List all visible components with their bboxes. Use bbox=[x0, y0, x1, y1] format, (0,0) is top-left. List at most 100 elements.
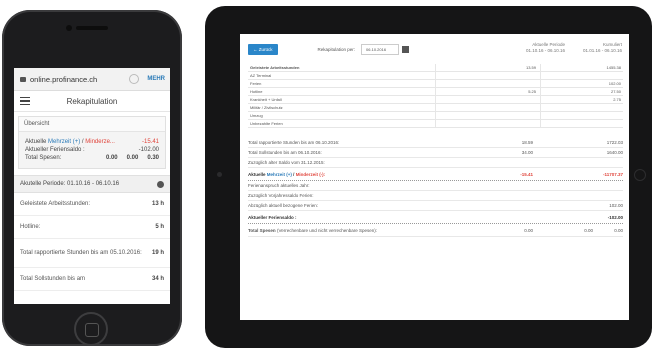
ferien-row: Ferienanspruch aktuelles Jahr: bbox=[248, 181, 623, 191]
minderzeit-label: Minderzeit (-): bbox=[295, 171, 326, 177]
collapse-toggle-icon[interactable] bbox=[157, 180, 164, 188]
phone-device: online.profinance.ch MEHR Rekapitulation… bbox=[2, 10, 182, 346]
expenses-value-1: 0.00 bbox=[105, 155, 118, 161]
hamburger-menu-icon[interactable] bbox=[20, 95, 30, 108]
cell-period: 5.25 bbox=[436, 88, 541, 95]
expenses-value-2: 0.00 bbox=[126, 155, 139, 161]
table-row: Krankheit + Unfall 2.75 bbox=[248, 96, 623, 104]
spesen-value-2: 0.00 bbox=[584, 227, 593, 233]
mehrzeit-prefix: Aktuelle bbox=[248, 171, 266, 177]
row-value: 34 h bbox=[151, 276, 164, 282]
balance-prefix: Aktuelle bbox=[25, 139, 47, 145]
summary-label: Total rapportierte Stunden bis am 06.10.… bbox=[248, 140, 340, 145]
summary-section: Total rapportierte Stunden bis am 06.10.… bbox=[248, 138, 623, 237]
summary-row: Total Sollstunden bis am 06.10.2016: 34.0… bbox=[248, 148, 623, 158]
row-label: Total Sollstunden bis am bbox=[20, 276, 86, 282]
row-value: 19 h bbox=[151, 250, 164, 256]
cell-period bbox=[436, 112, 541, 119]
cell-cumul: 2.75 bbox=[613, 97, 621, 102]
phone-speaker bbox=[76, 26, 108, 30]
row-value: 13 h bbox=[151, 201, 164, 207]
cell-cumul: 102.00 bbox=[608, 81, 621, 86]
summary-period: 34.00 bbox=[521, 150, 533, 155]
ferien-saldo-value: -102.00 bbox=[607, 214, 623, 220]
ferien-label: Zuzüglich Vorjahressaldo Ferien: bbox=[248, 193, 314, 198]
list-item: Total rapportierte Stunden bis am 05.10.… bbox=[14, 239, 170, 268]
hours-table: Geleistete Arbeitsstunden 13.59 1455.38 AZ… bbox=[248, 64, 623, 128]
summary-cumul: 1722.03 bbox=[606, 140, 623, 145]
mehrzeit-row: Aktuelle Mehrzeit (+) / Minderzeit (-): … bbox=[248, 168, 623, 181]
ferien-saldo-row: Aktueller Feriensaldo : -102.00 bbox=[248, 211, 623, 224]
overview-body: Aktuelle Mehrzeit (+) / Minderze... -15.… bbox=[19, 132, 165, 168]
row-label: Geleistete Arbeitsstunden: bbox=[20, 201, 91, 207]
spesen-value-1: 0.00 bbox=[524, 227, 533, 233]
date-input[interactable]: 06.10.2016 bbox=[361, 43, 400, 55]
summary-period: 18.59 bbox=[521, 140, 533, 145]
ferien-row: Zuzüglich Vorjahressaldo Ferien: bbox=[248, 191, 623, 201]
calendar-icon[interactable] bbox=[402, 45, 410, 53]
overview-expenses-row: Total Spesen: 0.00 0.00 0.30 bbox=[25, 154, 159, 162]
back-button[interactable]: ← Zurück bbox=[248, 43, 278, 55]
cell-label: Umzug bbox=[248, 112, 436, 119]
cell-period bbox=[436, 96, 541, 103]
vacation-label: Aktueller Feriensaldo : bbox=[25, 147, 85, 153]
tablet-screen: ← Zurück Rekapitulation per: 06.10.2016 … bbox=[240, 34, 629, 320]
period-label: Akutelle Periode: 01.10.16 - 06.10.16 bbox=[20, 181, 120, 187]
summary-label: Total Sollstunden bis am 06.10.2016: bbox=[248, 150, 322, 155]
spesen-value-3: 0.00 bbox=[614, 227, 623, 233]
cell-period bbox=[436, 80, 541, 87]
tablet-device: ← Zurück Rekapitulation per: 06.10.2016 … bbox=[205, 6, 652, 348]
tablet-home-button[interactable] bbox=[634, 169, 646, 181]
recap-date-label: Rekapitulation per: bbox=[317, 46, 356, 52]
cell-cumul: 1455.38 bbox=[606, 65, 621, 70]
overview-vacation-row: Aktueller Feriensaldo : -102.00 bbox=[25, 146, 159, 154]
column-header-cumulative: Kumuliert 01.01.16 - 06.10.16 bbox=[540, 42, 622, 54]
overview-header: Übersicht bbox=[19, 117, 165, 132]
cell-label: AZ Terminal bbox=[248, 72, 436, 79]
list-item: Total Sollstunden bis am 34 h bbox=[14, 268, 170, 291]
browser-url-bar[interactable]: online.profinance.ch MEHR bbox=[14, 68, 170, 91]
cell-label: Hotline bbox=[248, 88, 436, 95]
vacation-value: -102.00 bbox=[138, 147, 159, 153]
url-text[interactable]: online.profinance.ch bbox=[30, 75, 129, 84]
cell-period bbox=[436, 120, 541, 127]
column-range: 01.01.16 - 06.10.16 bbox=[582, 48, 622, 53]
list-item: Geleistete Arbeitsstunden: 13 h bbox=[14, 193, 170, 216]
mehrzeit-label: Mehrzeit (+) bbox=[266, 171, 292, 177]
summary-row: Zuzüglich alter Saldo vom 31.12.2015: bbox=[248, 158, 623, 168]
table-row: Geleistete Arbeitsstunden 13.59 1455.38 bbox=[248, 64, 623, 72]
expenses-label: Total Spesen: bbox=[25, 155, 62, 161]
phone-camera bbox=[66, 25, 72, 31]
reload-icon[interactable] bbox=[129, 74, 140, 84]
table-row: Hotline 5.25 27.50 bbox=[248, 88, 623, 96]
ferien-label: Abzüglich aktuell bezogene Ferien: bbox=[248, 203, 319, 208]
table-row: AZ Terminal bbox=[248, 72, 623, 80]
row-label: Hotline: bbox=[20, 224, 41, 230]
balance-value: -15.41 bbox=[141, 139, 159, 145]
mehrzeit-period-value: -15.41 bbox=[520, 171, 533, 177]
ferien-value: 102.00 bbox=[609, 203, 623, 208]
cell-cumul: 27.50 bbox=[610, 89, 621, 94]
more-button[interactable]: MEHR bbox=[147, 76, 165, 82]
row-label: Total rapportierte Stunden bis am 05.10.… bbox=[20, 250, 142, 256]
period-header[interactable]: Akutelle Periode: 01.10.16 - 06.10.16 bbox=[14, 175, 170, 193]
cell-period: 13.59 bbox=[436, 64, 541, 71]
cell-period bbox=[436, 104, 541, 111]
page-title: Rekapitulation bbox=[66, 96, 118, 106]
phone-home-button[interactable] bbox=[74, 312, 108, 346]
ferien-label: Ferienanspruch aktuelles Jahr: bbox=[248, 183, 310, 188]
list-item: Hotline: 5 h bbox=[14, 216, 170, 239]
phone-screen: online.profinance.ch MEHR Rekapitulation… bbox=[14, 68, 170, 304]
cell-label: Krankheit + Unfall bbox=[248, 96, 436, 103]
minderzeit-label: Minderze... bbox=[85, 139, 115, 145]
expenses-value-3: 0.30 bbox=[147, 155, 159, 161]
spesen-label: Total Spesen bbox=[248, 227, 276, 233]
overview-balance-row: Aktuelle Mehrzeit (+) / Minderze... -15.… bbox=[25, 138, 159, 146]
ferien-saldo-label: Aktueller Feriensaldo : bbox=[248, 214, 297, 220]
tablet-camera bbox=[217, 172, 222, 177]
spesen-note: (Verrechenbare und nicht verrechenbare S… bbox=[276, 227, 378, 233]
lock-icon bbox=[20, 76, 26, 82]
mehrzeit-cumul-value: -11707.37 bbox=[602, 171, 623, 177]
summary-row: Total rapportierte Stunden bis am 06.10.… bbox=[248, 138, 623, 148]
overview-panel: Übersicht Aktuelle Mehrzeit (+) / Minder… bbox=[18, 116, 166, 169]
